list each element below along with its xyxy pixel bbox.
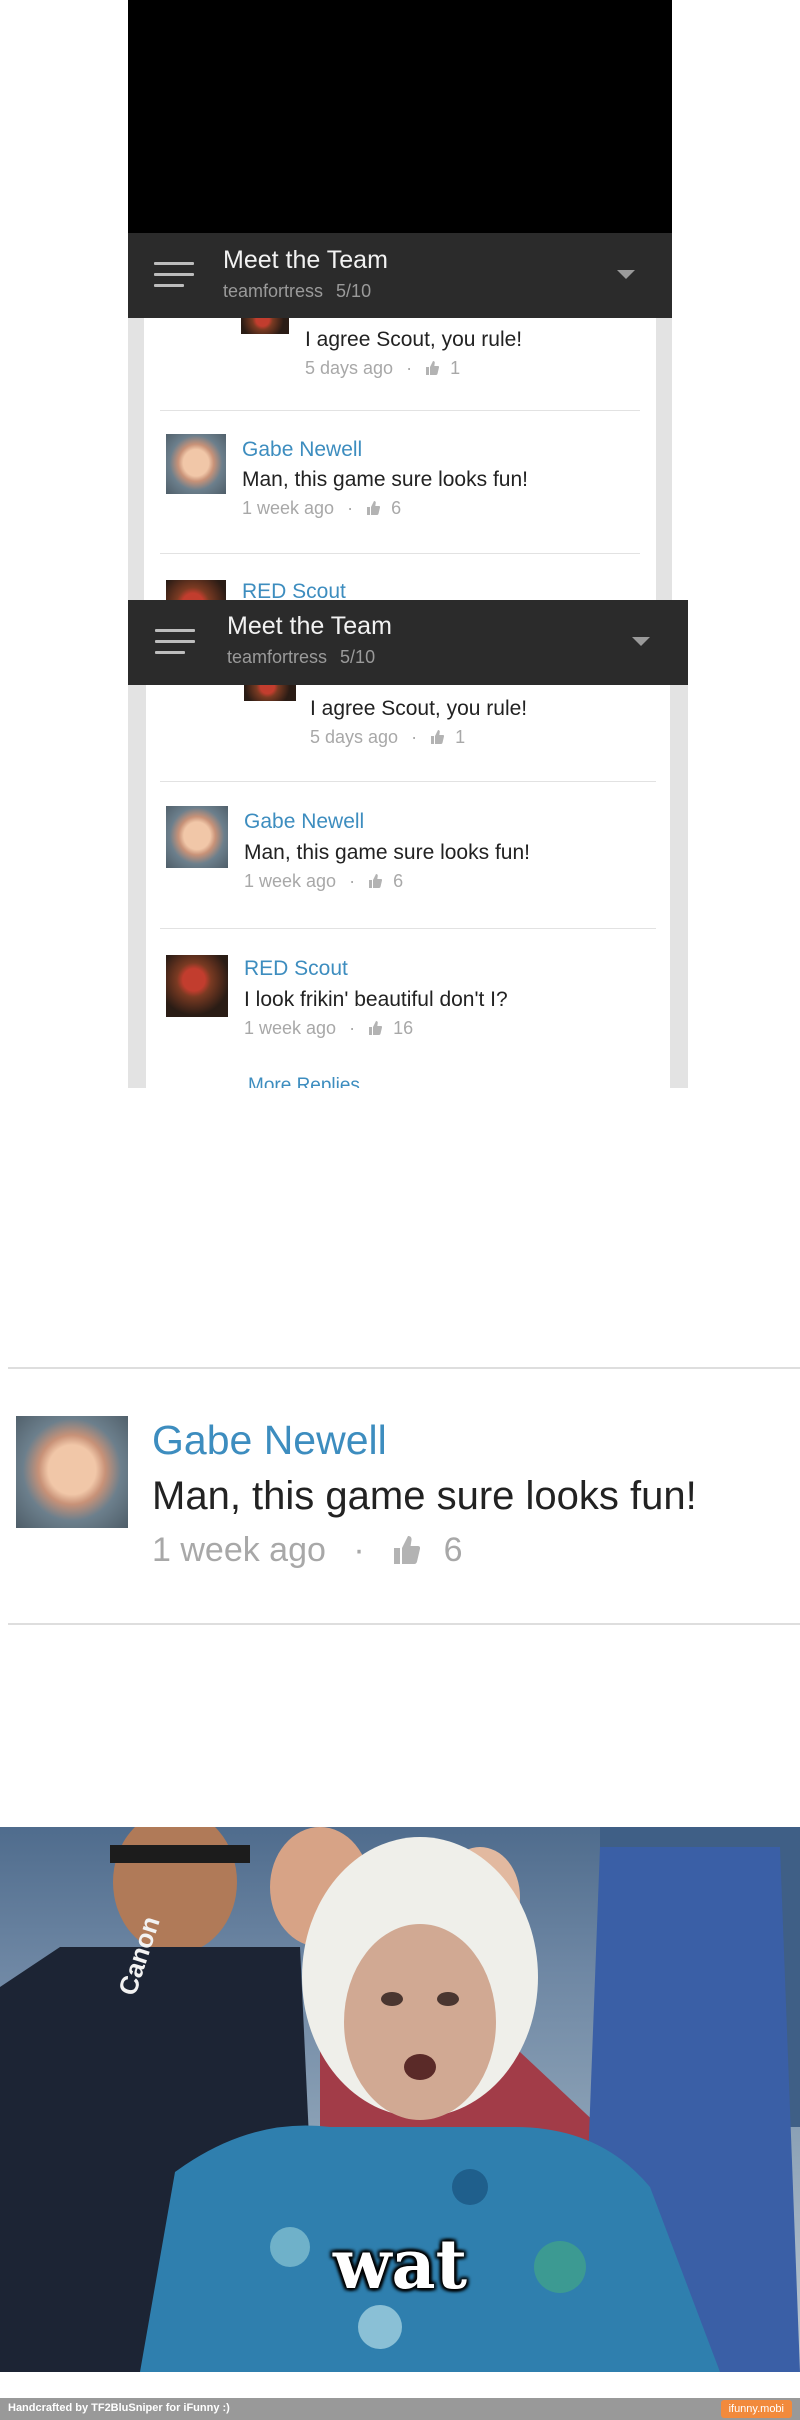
comment-meta: 1 week ago · 16	[244, 1018, 413, 1039]
thumbs-up-icon[interactable]	[368, 874, 383, 888]
comment-text: Man, this game sure looks fun!	[242, 468, 528, 491]
playlist-menu-icon[interactable]	[155, 629, 195, 657]
divider	[8, 1623, 800, 1625]
comment-meta: 5 days ago · 1	[305, 358, 460, 379]
comment-author[interactable]: Gabe Newell	[242, 438, 362, 462]
more-replies-link[interactable]: More Replies	[248, 1075, 360, 1088]
avatar[interactable]	[166, 806, 228, 868]
comment-text: Man, this game sure looks fun!	[152, 1474, 697, 1518]
comment-meta: 1 week ago · 6	[152, 1531, 463, 1570]
separator: ·	[353, 1531, 365, 1569]
avatar[interactable]	[241, 318, 289, 334]
comment-author[interactable]: RED Scout	[242, 580, 346, 600]
thumbs-up-icon[interactable]	[366, 501, 381, 515]
thumbs-up-icon[interactable]	[425, 361, 440, 375]
separator: ·	[349, 1018, 356, 1038]
video-subtitle: teamfortress 5/10	[227, 647, 375, 668]
thumbs-up-icon[interactable]	[392, 1536, 421, 1564]
like-count: 16	[393, 1018, 414, 1038]
footer-bar: Handcrafted by TF2BluSniper for iFunny :…	[0, 2398, 800, 2420]
comment-meta: 1 week ago · 6	[242, 498, 401, 519]
comment-author[interactable]: Gabe Newell	[152, 1417, 387, 1464]
like-count: 6	[393, 871, 404, 891]
comment-meta: 1 week ago · 6	[244, 871, 403, 892]
separator: ·	[347, 498, 354, 518]
comment-age: 1 week ago	[152, 1531, 326, 1569]
comment-text: I agree Scout, you rule!	[310, 697, 528, 720]
comment-age: 1 week ago	[244, 1018, 337, 1038]
divider	[160, 781, 656, 782]
separator: ·	[406, 358, 413, 378]
video-player[interactable]	[128, 0, 672, 233]
comment-text: I agree Scout, you rule!	[305, 328, 523, 351]
chevron-down-icon[interactable]	[632, 637, 650, 646]
divider	[160, 928, 656, 929]
playlist-position: 5/10	[340, 647, 376, 667]
comment-age: 1 week ago	[244, 871, 337, 891]
like-count: 1	[450, 358, 461, 378]
video-title: Meet the Team	[223, 246, 388, 274]
avatar[interactable]	[16, 1416, 128, 1528]
ifunny-logo[interactable]: ifunny.mobi	[720, 2400, 792, 2418]
like-count: 6	[391, 498, 402, 518]
separator: ·	[411, 727, 418, 747]
comment-author[interactable]: RED Scout	[244, 957, 348, 981]
playlist-menu-icon[interactable]	[154, 262, 194, 290]
chevron-down-icon[interactable]	[617, 270, 635, 279]
meme-caption: wat	[332, 2225, 467, 2305]
like-count: 1	[455, 727, 466, 747]
video-title-bar: Meet the Team teamfortress 5/10	[128, 233, 672, 318]
comment-age: 1 week ago	[242, 498, 335, 518]
comment-text: I look frikin' beautiful don't I?	[244, 988, 508, 1011]
comment-meta: 5 days ago · 1	[310, 727, 465, 748]
credit-text: Handcrafted by TF2BluSniper for iFunny :…	[8, 2402, 230, 2414]
comment-age: 5 days ago	[310, 727, 399, 747]
avatar[interactable]	[166, 580, 226, 600]
divider	[8, 1367, 800, 1369]
separator: ·	[349, 871, 356, 891]
thumbs-up-icon[interactable]	[430, 730, 445, 744]
comment-text: Man, this game sure looks fun!	[244, 841, 530, 864]
playlist-position: 5/10	[336, 281, 372, 301]
channel-name[interactable]: teamfortress	[223, 281, 323, 301]
thumbs-up-icon[interactable]	[368, 1021, 383, 1035]
avatar[interactable]	[166, 955, 228, 1017]
comment-age: 5 days ago	[305, 358, 394, 378]
channel-name[interactable]: teamfortress	[227, 647, 327, 667]
avatar[interactable]	[244, 685, 296, 701]
video-subtitle: teamfortress 5/10	[223, 281, 371, 302]
comment-author[interactable]: Gabe Newell	[244, 810, 364, 834]
ifunny-logo-text: ifunny.mobi	[728, 2403, 784, 2415]
comments-card: I agree Scout, you rule! 5 days ago · 1 …	[144, 318, 656, 600]
video-title: Meet the Team	[227, 612, 392, 640]
meme-image: Canon wat	[0, 1827, 800, 2372]
video-title-bar: Meet the Team teamfortress 5/10	[128, 600, 688, 685]
divider	[160, 410, 640, 411]
comments-card: I agree Scout, you rule! 5 days ago · 1 …	[146, 685, 670, 1088]
avatar[interactable]	[166, 434, 226, 494]
like-count: 6	[443, 1531, 463, 1569]
divider	[160, 553, 640, 554]
